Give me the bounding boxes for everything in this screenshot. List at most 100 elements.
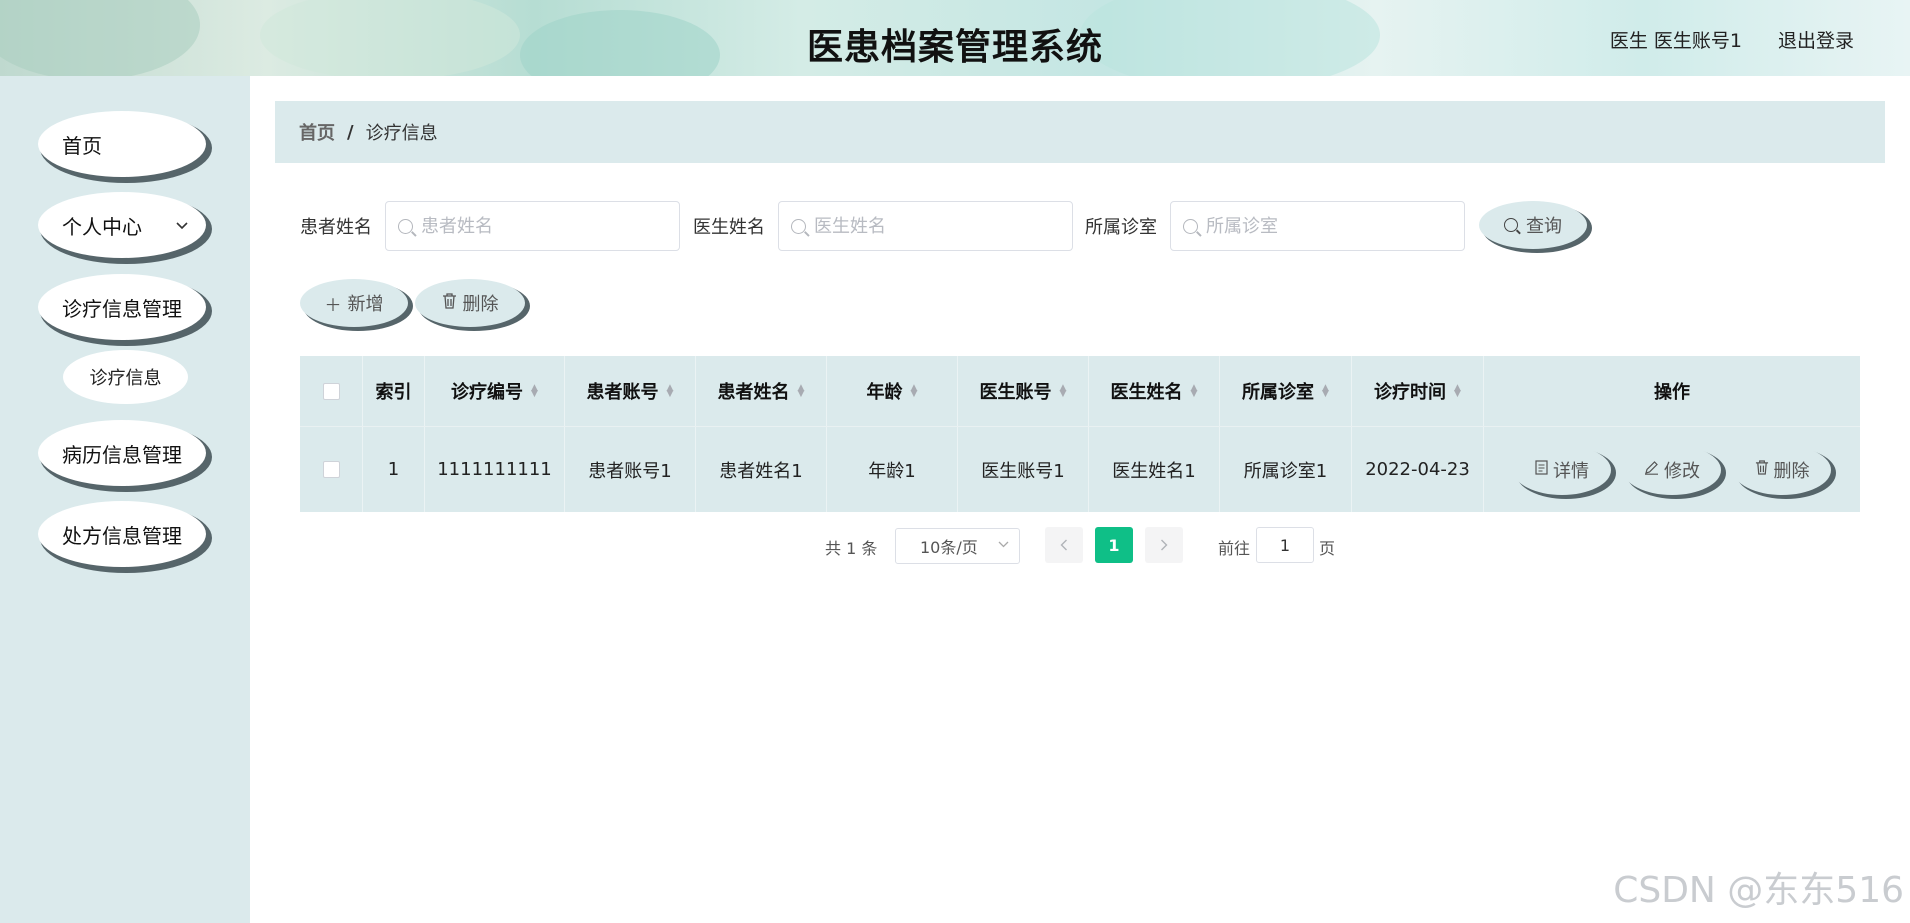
plus-icon: ＋ bbox=[324, 295, 342, 316]
column-header[interactable]: 诊疗编号 ▲ ▼ bbox=[425, 356, 565, 426]
search-label-patient-name: 患者姓名 bbox=[300, 217, 372, 238]
page-size-select[interactable]: 10条/页 bbox=[895, 528, 1020, 564]
table-cell: 2022-04-23 bbox=[1352, 427, 1484, 512]
add-button-label: 新增 bbox=[347, 294, 384, 315]
column-header[interactable]: 年龄 ▲ ▼ bbox=[827, 356, 958, 426]
sidebar-subitem-diagnosis-info[interactable]: 诊疗信息 bbox=[63, 350, 188, 404]
goto-label: 前往 bbox=[1218, 539, 1251, 558]
sidebar: 首页 个人中心 诊疗信息管理 诊疗信息 病历信息管理 处方信息管理 bbox=[0, 76, 250, 923]
column-header: 索引 bbox=[363, 356, 425, 426]
column-header[interactable]: 所属诊室 ▲ ▼ bbox=[1220, 356, 1352, 426]
sort-icon[interactable]: ▲ ▼ bbox=[531, 384, 538, 399]
watermark: CSDN @东东516 bbox=[1613, 870, 1904, 911]
column-header[interactable]: 医生账号 ▲ ▼ bbox=[958, 356, 1089, 426]
top-header: 医患档案管理系统 医生 医生账号1 退出登录 bbox=[0, 0, 1910, 76]
goto-page-input[interactable]: 1 bbox=[1256, 527, 1314, 563]
table-cell: 1111111111 bbox=[425, 427, 565, 512]
table-cell: 患者账号1 bbox=[565, 427, 696, 512]
goto-suffix: 页 bbox=[1319, 539, 1336, 558]
search-field-patient-name[interactable] bbox=[421, 215, 651, 237]
row-select-cell bbox=[300, 427, 363, 512]
table-cell: 年龄1 bbox=[827, 427, 958, 512]
detail-button-label: 详情 bbox=[1553, 460, 1589, 482]
search-field-doctor-name[interactable] bbox=[814, 215, 1044, 237]
page-size-value: 10条/页 bbox=[920, 538, 978, 557]
sort-icon[interactable]: ▲ ▼ bbox=[1322, 384, 1329, 399]
current-user: 医生 医生账号1 bbox=[1609, 30, 1742, 52]
select-all-checkbox[interactable] bbox=[322, 382, 340, 400]
next-page-button[interactable] bbox=[1145, 527, 1183, 563]
search-input-room[interactable] bbox=[1170, 201, 1465, 251]
sidebar-item-label: 诊疗信息管理 bbox=[62, 296, 182, 321]
trash-icon bbox=[1755, 460, 1769, 479]
sidebar-item-medical-record-management[interactable]: 病历信息管理 bbox=[38, 420, 206, 486]
column-header-label: 操作 bbox=[1654, 382, 1690, 403]
search-icon bbox=[791, 218, 806, 234]
sort-icon[interactable]: ▲ ▼ bbox=[667, 384, 674, 399]
column-header-label: 所属诊室 bbox=[1242, 382, 1315, 403]
sidebar-item-diagnosis-management[interactable]: 诊疗信息管理 bbox=[38, 274, 206, 340]
page-number-current[interactable]: 1 bbox=[1095, 527, 1133, 563]
column-header-label: 年龄 bbox=[866, 382, 903, 403]
breadcrumb-current: 诊疗信息 bbox=[365, 123, 438, 144]
prev-page-button[interactable] bbox=[1045, 527, 1083, 563]
search-icon bbox=[398, 218, 413, 234]
sidebar-item-personal-center[interactable]: 个人中心 bbox=[38, 192, 206, 258]
column-header-label: 诊疗编号 bbox=[451, 382, 524, 403]
column-header[interactable]: 患者账号 ▲ ▼ bbox=[565, 356, 696, 426]
sidebar-item-label: 首页 bbox=[62, 133, 102, 158]
search-input-doctor-name[interactable] bbox=[778, 201, 1073, 251]
batch-delete-button[interactable]: 删除 bbox=[415, 279, 525, 327]
column-header-label: 医生账号 bbox=[979, 382, 1052, 403]
column-header[interactable]: 患者姓名 ▲ ▼ bbox=[696, 356, 827, 426]
query-button-label: 查询 bbox=[1526, 216, 1562, 237]
table-cell: 医生账号1 bbox=[958, 427, 1089, 512]
sort-icon[interactable]: ▲ ▼ bbox=[911, 384, 918, 399]
row-checkbox[interactable] bbox=[322, 461, 340, 478]
sidebar-item-label: 个人中心 bbox=[62, 214, 142, 239]
edit-icon bbox=[1644, 460, 1659, 479]
sidebar-item-label: 病历信息管理 bbox=[62, 442, 182, 467]
add-button[interactable]: ＋ 新增 bbox=[300, 279, 408, 327]
sidebar-item-home[interactable]: 首页 bbox=[38, 111, 206, 177]
sort-icon[interactable]: ▲ ▼ bbox=[798, 384, 805, 399]
delete-button[interactable]: 删除 bbox=[1733, 444, 1831, 495]
select-all-cell bbox=[300, 356, 363, 426]
chevron-right-icon bbox=[1160, 536, 1168, 555]
column-header-label: 患者姓名 bbox=[717, 382, 790, 403]
edit-button[interactable]: 修改 bbox=[1623, 444, 1721, 495]
breadcrumb-separator: / bbox=[347, 121, 354, 143]
table-cell: 患者姓名1 bbox=[696, 427, 827, 512]
pagination-total: 共 1 条 bbox=[825, 539, 878, 558]
sidebar-item-label: 处方信息管理 bbox=[62, 523, 182, 548]
sort-icon[interactable]: ▲ ▼ bbox=[1454, 384, 1461, 399]
column-header-label: 索引 bbox=[375, 382, 412, 403]
table-row: 1 1111111111 患者账号1 患者姓名1 年龄1 医生账号1 医生姓名1… bbox=[300, 426, 1860, 512]
document-icon bbox=[1535, 460, 1548, 479]
query-button[interactable]: 查询 bbox=[1479, 201, 1587, 249]
delete-button-label: 删除 bbox=[1773, 460, 1810, 482]
table-cell: 所属诊室1 bbox=[1220, 427, 1352, 512]
search-label-room: 所属诊室 bbox=[1085, 217, 1157, 238]
edit-button-label: 修改 bbox=[1664, 460, 1700, 482]
breadcrumb-home[interactable]: 首页 bbox=[299, 119, 335, 145]
search-input-patient-name[interactable] bbox=[385, 201, 680, 251]
logout-link[interactable]: 退出登录 bbox=[1778, 26, 1854, 53]
breadcrumb: 首页 / 诊疗信息 bbox=[275, 101, 1885, 163]
column-header-label: 诊疗时间 bbox=[1374, 382, 1447, 403]
table-header-row: 索引 诊疗编号 ▲ ▼ 患者账号 ▲ ▼ 患者姓名 ▲ ▼ 年龄 ▲ ▼ 医生账号 ▲ ▼… bbox=[300, 356, 1860, 426]
detail-button[interactable]: 详情 bbox=[1513, 444, 1611, 495]
trash-icon bbox=[442, 292, 457, 314]
table-cell: 1 bbox=[363, 427, 425, 512]
search-label-doctor-name: 医生姓名 bbox=[693, 217, 765, 238]
search-field-room[interactable] bbox=[1206, 215, 1436, 237]
column-header[interactable]: 诊疗时间 ▲ ▼ bbox=[1352, 356, 1484, 426]
chevron-down-icon bbox=[998, 537, 1009, 551]
batch-delete-button-label: 删除 bbox=[462, 294, 499, 315]
sort-icon[interactable]: ▲ ▼ bbox=[1060, 384, 1067, 399]
chevron-down-icon bbox=[176, 216, 188, 234]
search-icon bbox=[1183, 218, 1198, 234]
sort-icon[interactable]: ▲ ▼ bbox=[1191, 384, 1198, 399]
column-header[interactable]: 医生姓名 ▲ ▼ bbox=[1089, 356, 1220, 426]
sidebar-item-prescription-management[interactable]: 处方信息管理 bbox=[38, 501, 206, 567]
